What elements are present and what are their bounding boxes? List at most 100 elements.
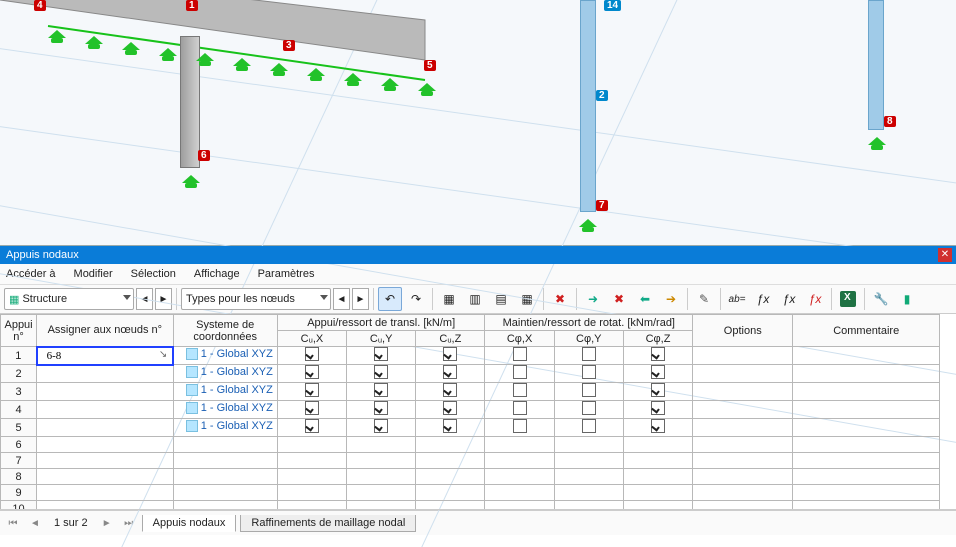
assign-cell[interactable] bbox=[37, 501, 173, 511]
fx-add-button[interactable]: ƒx bbox=[777, 287, 801, 311]
edit-cell-button[interactable]: ✎ bbox=[692, 287, 716, 311]
redo-button[interactable]: ↷ bbox=[404, 287, 428, 311]
comment-cell[interactable] bbox=[793, 401, 940, 419]
assign-cell[interactable] bbox=[37, 485, 173, 501]
checkbox[interactable] bbox=[374, 347, 388, 361]
checkbox[interactable] bbox=[582, 419, 596, 433]
checkbox[interactable] bbox=[443, 401, 457, 415]
grid-all-icon[interactable]: ▦ bbox=[437, 287, 461, 311]
coord-cell[interactable]: 1 - Global XYZ bbox=[173, 401, 277, 419]
assign-nodes-input[interactable] bbox=[45, 349, 165, 363]
options-cell[interactable] bbox=[693, 401, 793, 419]
options-cell[interactable] bbox=[693, 347, 793, 365]
types-next-button[interactable]: ► bbox=[352, 288, 369, 310]
coord-cell[interactable]: 1 - Global XYZ bbox=[173, 347, 277, 365]
checkbox[interactable] bbox=[513, 383, 527, 397]
col-cuy[interactable]: Cᵤ,Y bbox=[347, 331, 416, 347]
checkbox[interactable] bbox=[651, 383, 665, 397]
settings-button[interactable]: 🔧 bbox=[869, 287, 893, 311]
table-row[interactable]: 4 1 - Global XYZ bbox=[1, 401, 940, 419]
fx-del-button[interactable]: ƒx bbox=[803, 287, 827, 311]
checkbox[interactable] bbox=[305, 383, 319, 397]
checkbox[interactable] bbox=[443, 419, 457, 433]
comment-cell[interactable] bbox=[793, 419, 940, 437]
grid-rows-icon[interactable]: ▤ bbox=[489, 287, 513, 311]
excel-button[interactable] bbox=[836, 287, 860, 311]
col-cphx[interactable]: Cφ,X bbox=[485, 331, 554, 347]
table-row[interactable]: 1↘1 - Global XYZ bbox=[1, 347, 940, 365]
checkbox[interactable] bbox=[374, 383, 388, 397]
assign-cell[interactable] bbox=[37, 419, 173, 437]
fx-button[interactable]: ƒx bbox=[751, 287, 775, 311]
assign-cell[interactable] bbox=[37, 437, 173, 453]
col-options[interactable]: Options bbox=[693, 315, 793, 347]
col-cphz[interactable]: Cφ,Z bbox=[623, 331, 692, 347]
navigation-combo[interactable]: ▦ Structure bbox=[4, 288, 134, 310]
table-row[interactable]: 31 - Global XYZ bbox=[1, 383, 940, 401]
checkbox[interactable] bbox=[651, 365, 665, 379]
checkbox[interactable] bbox=[443, 347, 457, 361]
checkbox[interactable] bbox=[513, 365, 527, 379]
table-row[interactable]: 6 bbox=[1, 437, 940, 453]
import-button[interactable]: ⬅ bbox=[633, 287, 657, 311]
row-number[interactable]: 9 bbox=[1, 485, 37, 501]
menu-modify[interactable]: Modifier bbox=[74, 268, 113, 280]
sheet-first-button[interactable]: ⏮ bbox=[4, 514, 22, 532]
insert-button[interactable]: ➔ bbox=[659, 287, 683, 311]
checkbox[interactable] bbox=[582, 401, 596, 415]
checkbox[interactable] bbox=[443, 383, 457, 397]
checkbox[interactable] bbox=[374, 401, 388, 415]
menu-params[interactable]: Paramètres bbox=[258, 268, 315, 280]
delete-button[interactable]: ✖ bbox=[548, 287, 572, 311]
col-coord[interactable]: Systeme decoordonnées bbox=[173, 315, 277, 347]
assign-cell[interactable] bbox=[37, 453, 173, 469]
checkbox[interactable] bbox=[513, 419, 527, 433]
types-prev-button[interactable]: ◄ bbox=[333, 288, 350, 310]
checkbox[interactable] bbox=[651, 347, 665, 361]
nav-next-button[interactable]: ► bbox=[155, 288, 172, 310]
checkbox[interactable] bbox=[443, 365, 457, 379]
checkbox[interactable] bbox=[305, 419, 319, 433]
checkbox[interactable] bbox=[582, 383, 596, 397]
types-combo[interactable]: Types pour les nœuds bbox=[181, 288, 331, 310]
node-picker-button[interactable]: ↘ bbox=[156, 349, 170, 363]
col-cphy[interactable]: Cφ,Y bbox=[554, 331, 623, 347]
table-row[interactable]: 2 1 - Global XYZ bbox=[1, 365, 940, 383]
table-row[interactable]: 9 bbox=[1, 485, 940, 501]
menu-selection[interactable]: Sélection bbox=[131, 268, 176, 280]
checkbox[interactable] bbox=[513, 347, 527, 361]
table-row[interactable]: 8 bbox=[1, 469, 940, 485]
table-row[interactable]: 51 - Global XYZ bbox=[1, 419, 940, 437]
table-row[interactable]: 7 bbox=[1, 453, 940, 469]
row-number[interactable]: 5 bbox=[1, 419, 37, 437]
row-number[interactable]: 2 bbox=[1, 365, 37, 383]
options-cell[interactable] bbox=[693, 365, 793, 383]
assign-cell[interactable] bbox=[37, 383, 173, 401]
assign-cell[interactable] bbox=[37, 401, 173, 419]
coord-cell[interactable]: 1 - Global XYZ bbox=[173, 365, 277, 383]
menu-display[interactable]: Affichage bbox=[194, 268, 240, 280]
row-number[interactable]: 10 bbox=[1, 501, 37, 511]
panel-close-button[interactable]: ✕ bbox=[938, 248, 952, 262]
checkbox[interactable] bbox=[651, 419, 665, 433]
row-number[interactable]: 4 bbox=[1, 401, 37, 419]
assign-cell[interactable] bbox=[37, 469, 173, 485]
tab-raffinements[interactable]: Raffinements de maillage nodal bbox=[240, 515, 416, 532]
comment-cell[interactable] bbox=[793, 383, 940, 401]
checkbox[interactable] bbox=[374, 419, 388, 433]
label-button[interactable]: ab= bbox=[725, 287, 749, 311]
options-cell[interactable] bbox=[693, 419, 793, 437]
assign-nodes-edit[interactable]: ↘ bbox=[37, 347, 173, 365]
row-number[interactable]: 8 bbox=[1, 469, 37, 485]
row-number[interactable]: 7 bbox=[1, 453, 37, 469]
checkbox[interactable] bbox=[582, 365, 596, 379]
col-comment[interactable]: Commentaire bbox=[793, 315, 940, 347]
checkbox[interactable] bbox=[651, 401, 665, 415]
checkbox[interactable] bbox=[305, 401, 319, 415]
checkbox[interactable] bbox=[305, 347, 319, 361]
checkbox[interactable] bbox=[582, 347, 596, 361]
more-button[interactable]: ▮ bbox=[895, 287, 919, 311]
tab-appuis-nodaux[interactable]: Appuis nodaux bbox=[142, 515, 237, 532]
options-cell[interactable] bbox=[693, 383, 793, 401]
checkbox[interactable] bbox=[374, 365, 388, 379]
